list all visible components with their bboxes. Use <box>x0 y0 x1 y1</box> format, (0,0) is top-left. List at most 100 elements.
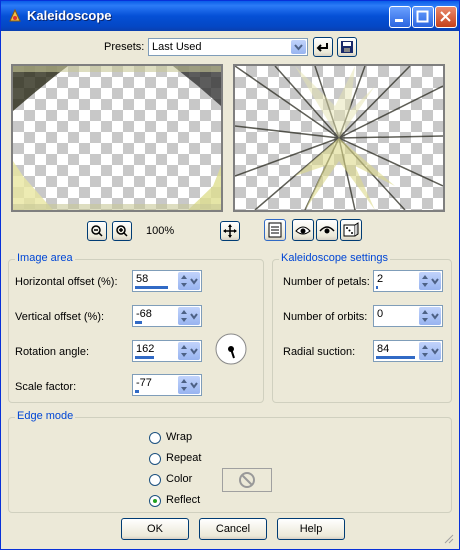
orbits-label: Number of orbits: <box>283 311 368 323</box>
minimize-button[interactable] <box>389 6 411 28</box>
vertical-offset-bar <box>135 321 142 324</box>
toggle-preview-button[interactable] <box>264 219 286 241</box>
ok-button[interactable]: OK <box>121 518 189 540</box>
dialog-body: Presets: Last Used 100% Image area Horiz… <box>4 31 456 546</box>
kaleidoscope-settings-group: Kaleidoscope settings Number of petals: … <box>272 252 452 403</box>
spinner-arrows-icon <box>181 379 198 391</box>
result-preview-image <box>235 66 443 210</box>
repeat-radio[interactable] <box>149 453 161 465</box>
spinner-arrows-icon <box>422 310 439 322</box>
eye-auto-icon <box>319 226 335 234</box>
no-color-icon <box>239 472 255 488</box>
presets-value: Last Used <box>152 41 202 53</box>
reflect-radio[interactable] <box>149 495 161 507</box>
scale-factor-bar <box>135 390 139 393</box>
maximize-button[interactable] <box>412 6 434 28</box>
orbits-field[interactable]: 0 <box>373 305 443 327</box>
zoom-in-button[interactable] <box>112 221 132 241</box>
petals-field[interactable]: 2 <box>373 270 443 292</box>
wrap-radio[interactable] <box>149 432 161 444</box>
result-preview[interactable] <box>233 64 445 212</box>
horizontal-offset-field[interactable]: 58 <box>132 270 202 292</box>
color-radio[interactable] <box>149 474 161 486</box>
auto-proof-button[interactable] <box>316 219 338 241</box>
help-button[interactable]: Help <box>277 518 345 540</box>
spinner-arrows-icon <box>181 310 198 322</box>
orbits-spinner[interactable] <box>419 307 441 325</box>
rotation-angle-spinner[interactable] <box>178 342 200 360</box>
zoom-level: 100% <box>146 225 175 237</box>
eye-proof-icon <box>295 226 311 235</box>
zoom-in-icon <box>116 225 128 237</box>
chevron-down-icon[interactable] <box>291 40 306 54</box>
horizontal-offset-label: Horizontal offset (%): <box>15 276 118 288</box>
save-disk-icon <box>341 41 353 53</box>
maximize-icon <box>413 7 433 27</box>
dice-icon <box>343 222 359 237</box>
vertical-offset-spinner[interactable] <box>178 307 200 325</box>
spinner-arrows-icon <box>181 275 198 287</box>
scale-factor-spinner[interactable] <box>178 376 200 394</box>
reset-arrow-icon <box>316 43 328 52</box>
spinner-arrows-icon <box>181 345 198 357</box>
radial-suction-field[interactable]: 84 <box>373 340 443 362</box>
zoom-out-button[interactable] <box>87 221 107 241</box>
zoom-out-icon <box>91 225 103 237</box>
color-label: Color <box>166 473 193 485</box>
resize-grip-icon[interactable] <box>442 532 454 544</box>
rotation-angle-label: Rotation angle: <box>15 346 89 358</box>
reflect-label: Reflect <box>166 494 201 506</box>
randomize-button[interactable] <box>340 219 362 241</box>
horizontal-offset-bar <box>135 286 168 289</box>
vertical-offset-label: Vertical offset (%): <box>15 311 105 323</box>
save-preset-button[interactable] <box>337 37 357 57</box>
close-button[interactable] <box>435 6 457 28</box>
pan-button[interactable] <box>220 221 240 241</box>
cancel-button[interactable]: Cancel <box>199 518 267 540</box>
petals-value: 2 <box>377 273 384 285</box>
rotation-angle-bar <box>135 356 154 359</box>
rotation-dial-icon <box>215 333 247 365</box>
radial-suction-spinner[interactable] <box>419 342 441 360</box>
kaleidoscope-settings-title: Kaleidoscope settings <box>279 252 391 264</box>
horizontal-offset-spinner[interactable] <box>178 272 200 290</box>
spinner-arrows-icon <box>422 275 439 287</box>
edge-mode-group: Edge mode Wrap Repeat Color Reflect <box>8 410 452 513</box>
presets-label: Presets: <box>104 41 145 53</box>
presets-select[interactable]: Last Used <box>148 38 308 56</box>
spinner-arrows-icon <box>422 345 439 357</box>
proof-button[interactable] <box>292 219 314 241</box>
app-icon <box>7 8 23 24</box>
kaleidoscope-dialog: Kaleidoscope Presets: Last Used 100% Ima… <box>0 0 460 550</box>
close-icon <box>436 7 456 27</box>
horizontal-offset-value: 58 <box>136 273 149 285</box>
title-bar[interactable]: Kaleidoscope <box>1 1 459 31</box>
rotation-angle-field[interactable]: 162 <box>132 340 202 362</box>
repeat-label: Repeat <box>166 452 202 464</box>
original-preview-image <box>13 66 221 210</box>
wrap-label: Wrap <box>166 431 193 443</box>
move-icon <box>223 224 237 238</box>
minimize-icon <box>390 7 410 27</box>
vertical-offset-field[interactable]: -68 <box>132 305 202 327</box>
edge-color-swatch[interactable] <box>222 468 272 492</box>
rotation-dial[interactable] <box>214 332 248 366</box>
petals-label: Number of petals: <box>283 276 370 288</box>
rotation-angle-value: 162 <box>136 343 155 355</box>
radial-suction-value: 84 <box>377 343 390 355</box>
reset-preset-button[interactable] <box>313 37 333 57</box>
radial-suction-label: Radial suction: <box>283 346 356 358</box>
image-area-title: Image area <box>15 252 75 264</box>
scale-factor-value: -77 <box>136 377 152 389</box>
image-area-group: Image area Horizontal offset (%): 58 Ver… <box>8 252 264 403</box>
orbits-value: 0 <box>377 308 384 320</box>
window-title: Kaleidoscope <box>27 8 112 23</box>
petals-bar <box>376 286 378 289</box>
original-preview[interactable] <box>11 64 223 212</box>
scale-factor-label: Scale factor: <box>15 381 77 393</box>
radial-suction-bar <box>376 356 415 359</box>
vertical-offset-value: -68 <box>136 308 152 320</box>
scale-factor-field[interactable]: -77 <box>132 374 202 396</box>
edge-mode-title: Edge mode <box>15 410 76 422</box>
petals-spinner[interactable] <box>419 272 441 290</box>
